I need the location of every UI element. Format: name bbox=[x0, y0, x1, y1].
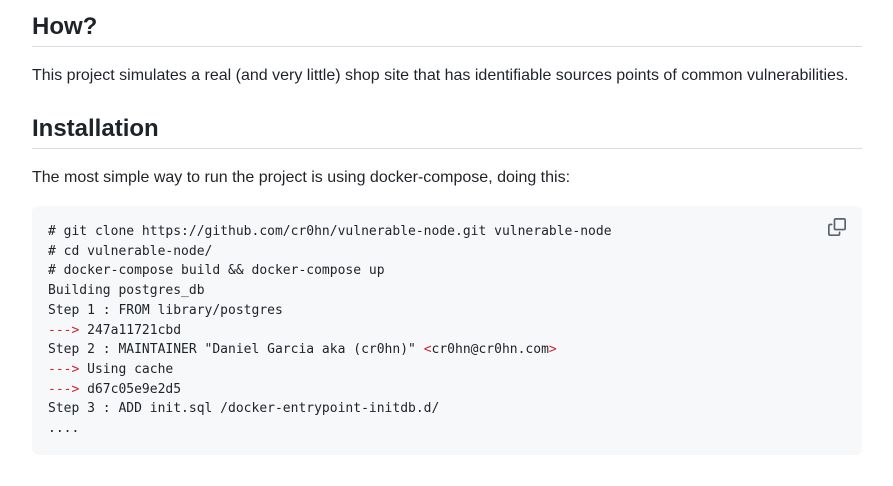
code-token: Using cache bbox=[79, 361, 174, 377]
copy-button[interactable] bbox=[828, 218, 848, 238]
code-content: # git clone https://github.com/cr0hn/vul… bbox=[48, 222, 612, 439]
code-line: # docker-compose build && docker-compose… bbox=[48, 263, 385, 279]
code-line: Step 3 : ADD init.sql /docker-entrypoint… bbox=[48, 401, 440, 417]
section-heading-how: How? bbox=[32, 10, 862, 47]
code-line: ---> 247a11721cbd bbox=[48, 321, 612, 341]
code-line: Step 1 : FROM library/postgres bbox=[48, 302, 283, 318]
section-heading-installation: Installation bbox=[32, 112, 862, 149]
code-token-bracket: > bbox=[548, 342, 557, 358]
code-line: ---> Using cache bbox=[48, 360, 612, 380]
code-token: d67c05e9e2d5 bbox=[79, 381, 182, 397]
code-token: 247a11721cbd bbox=[79, 322, 182, 338]
copy-icon bbox=[828, 218, 846, 236]
code-token-bracket: < bbox=[423, 342, 432, 358]
code-line: ---> d67c05e9e2d5 bbox=[48, 380, 612, 400]
code-line: Step 2 : MAINTAINER "Daniel Garcia aka (… bbox=[48, 340, 612, 360]
code-token-arrow: ---> bbox=[48, 361, 80, 377]
code-token-email: cr0hn@cr0hn.com bbox=[431, 342, 549, 358]
code-line: # git clone https://github.com/cr0hn/vul… bbox=[48, 224, 612, 239]
section-text-how: This project simulates a real (and very … bbox=[32, 67, 849, 84]
code-line: .... bbox=[48, 421, 80, 437]
code-line: Building postgres_db bbox=[48, 283, 205, 299]
code-block: # git clone https://github.com/cr0hn/vul… bbox=[32, 206, 862, 455]
code-token-arrow: ---> bbox=[48, 322, 80, 338]
section-text-installation: The most simple way to run the project i… bbox=[32, 169, 571, 186]
code-token: Step 2 : MAINTAINER "Daniel Garcia aka (… bbox=[48, 342, 424, 358]
code-line: # cd vulnerable-node/ bbox=[48, 243, 213, 259]
code-token-arrow: ---> bbox=[48, 381, 80, 397]
